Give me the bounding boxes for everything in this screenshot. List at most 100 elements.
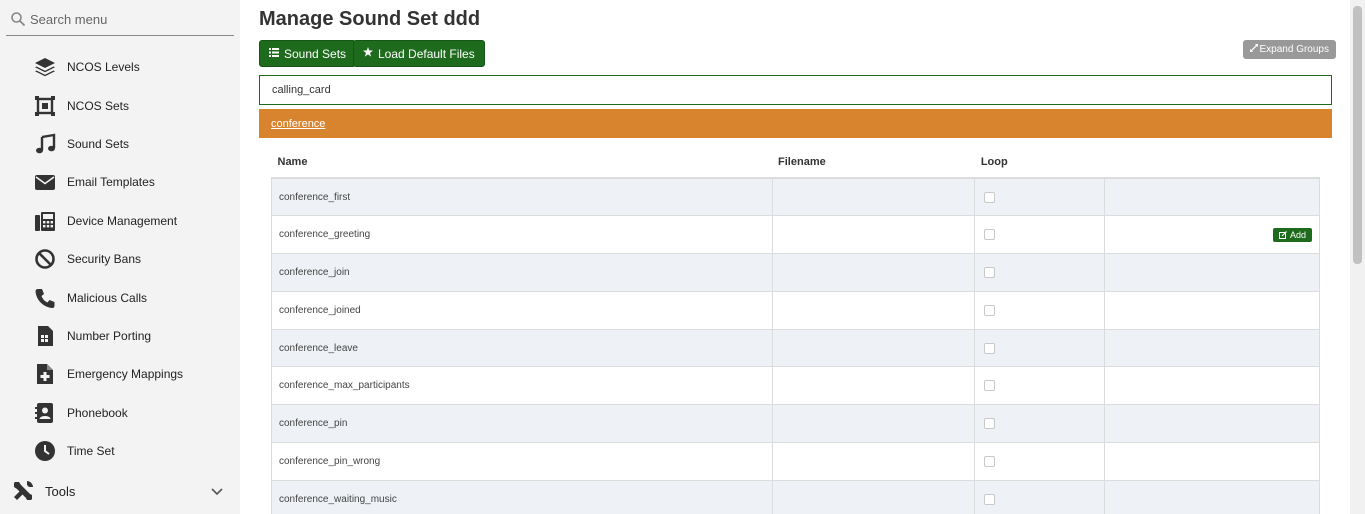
envelope-icon — [33, 170, 57, 194]
sound-sets-button-label: Sound Sets — [284, 46, 347, 61]
cell-filename — [772, 215, 976, 255]
table-row: conference_leave — [271, 329, 1320, 368]
scrollbar-thumb[interactable] — [1353, 6, 1362, 264]
column-header-filename: Filename — [772, 146, 975, 179]
sidebar-item-time-set[interactable]: Time Set — [0, 432, 240, 470]
loop-checkbox[interactable] — [984, 191, 996, 203]
table-row: conference_pin — [271, 404, 1320, 444]
star-icon — [363, 47, 373, 60]
sidebar-item-label: Tools — [45, 483, 76, 499]
add-button-label: Add — [1289, 229, 1306, 240]
expand-groups-label: Expand Groups — [1259, 44, 1330, 55]
cell-name: conference_max_participants — [271, 366, 773, 406]
sidebar-item-label: Sound Sets — [67, 136, 130, 151]
sidebar-item-label: Device Management — [67, 213, 178, 228]
sidebar-item-email-templates[interactable]: Email Templates — [0, 163, 240, 201]
cell-filename — [772, 178, 976, 217]
loop-checkbox[interactable] — [984, 266, 996, 278]
layers-icon — [33, 55, 57, 79]
cell-loop — [974, 366, 1106, 406]
group-label: calling_card — [272, 84, 331, 96]
tools-icon — [11, 479, 35, 503]
cell-actions — [1104, 253, 1320, 292]
sidebar: NCOS Levels NCOS Sets Sound Sets Email T… — [0, 0, 240, 514]
main-content: Manage Sound Set ddd Sound Sets Load Def… — [240, 0, 1350, 514]
cell-name: conference_leave — [271, 329, 773, 368]
column-header-loop: Loop — [974, 146, 1105, 179]
sidebar-item-label: Time Set — [67, 444, 115, 459]
table-row: conference_greeting Add — [271, 215, 1320, 255]
sidebar-item-ncos-levels[interactable]: NCOS Levels — [0, 48, 240, 86]
cell-actions — [1104, 480, 1320, 514]
group-calling-card[interactable]: calling_card — [259, 75, 1332, 105]
sidebar-item-phonebook[interactable]: Phonebook — [0, 394, 240, 432]
cell-loop — [974, 329, 1106, 368]
loop-checkbox[interactable] — [984, 380, 996, 392]
table-row: conference_waiting_music — [271, 480, 1320, 514]
sound-files-table: Name Filename Loop conference_first confe… — [271, 146, 1320, 514]
cell-loop — [974, 291, 1106, 330]
contact-book-icon — [33, 401, 57, 425]
loop-checkbox[interactable] — [984, 493, 996, 505]
loop-checkbox[interactable] — [984, 229, 996, 241]
load-default-files-button[interactable]: Load Default Files — [353, 40, 485, 67]
cell-name: conference_pin_wrong — [271, 442, 773, 481]
sidebar-item-label: Number Porting — [67, 328, 152, 343]
phone-icon — [33, 286, 57, 310]
cell-loop — [974, 442, 1106, 481]
sidebar-item-label: Email Templates — [67, 175, 155, 190]
cell-name: conference_joined — [271, 291, 773, 330]
sidebar-item-number-porting[interactable]: Number Porting — [0, 317, 240, 355]
loop-checkbox[interactable] — [984, 418, 996, 430]
sidebar-item-label: Malicious Calls — [67, 290, 148, 305]
sidebar-item-malicious-calls[interactable]: Malicious Calls — [0, 278, 240, 316]
cell-name: conference_pin — [271, 404, 773, 444]
column-header-actions — [1104, 146, 1320, 179]
cell-actions — [1104, 404, 1320, 444]
sidebar-item-label: Emergency Mappings — [67, 367, 184, 382]
loop-checkbox[interactable] — [984, 455, 996, 467]
search-icon — [6, 7, 30, 31]
ban-icon — [33, 247, 57, 271]
table-body: conference_first conference_greeting Add co… — [271, 178, 1320, 514]
search-menu[interactable] — [6, 3, 234, 36]
cell-name: conference_greeting — [271, 215, 773, 255]
sidebar-item-emergency-mappings[interactable]: Emergency Mappings — [0, 355, 240, 393]
cell-name: conference_join — [271, 253, 773, 292]
cell-loop — [974, 253, 1106, 292]
cell-actions — [1104, 366, 1320, 406]
loop-checkbox[interactable] — [984, 304, 996, 316]
sidebar-item-ncos-sets[interactable]: NCOS Sets — [0, 86, 240, 124]
expand-groups-button[interactable]: Expand Groups — [1242, 40, 1336, 59]
sidebar-item-tools[interactable]: Tools — [0, 474, 240, 508]
page-scrollbar[interactable] — [1350, 0, 1365, 514]
search-input[interactable] — [30, 11, 220, 27]
column-header-name: Name — [271, 146, 773, 179]
cell-filename — [772, 253, 976, 292]
cell-filename — [772, 329, 976, 368]
list-icon — [269, 47, 279, 60]
sim-card-icon — [33, 324, 57, 348]
table-row: conference_max_participants — [271, 366, 1320, 406]
sidebar-item-label: NCOS Levels — [67, 60, 140, 75]
sidebar-item-device-management[interactable]: Device Management — [0, 202, 240, 240]
sidebar-item-sound-sets[interactable]: Sound Sets — [0, 125, 240, 163]
edit-icon — [1278, 230, 1290, 240]
table-row: conference_first — [271, 178, 1320, 217]
cell-loop — [974, 178, 1106, 217]
table-row: conference_joined — [271, 291, 1320, 330]
group-conference[interactable]: conference — [259, 109, 1332, 138]
load-default-files-label: Load Default Files — [378, 46, 475, 61]
sound-sets-button[interactable]: Sound Sets — [259, 40, 357, 67]
cell-filename — [772, 366, 976, 406]
table-row: conference_pin_wrong — [271, 442, 1320, 481]
sidebar-item-security-bans[interactable]: Security Bans — [0, 240, 240, 278]
group-label[interactable]: conference — [271, 118, 325, 130]
cell-name: conference_first — [271, 178, 773, 217]
add-button[interactable]: Add — [1272, 227, 1312, 242]
table-header-row: Name Filename Loop — [271, 146, 1320, 179]
sidebar-item-label: NCOS Sets — [67, 98, 130, 113]
chevron-down-icon[interactable] — [210, 484, 224, 498]
expand-icon — [1248, 43, 1259, 55]
loop-checkbox[interactable] — [984, 342, 996, 354]
